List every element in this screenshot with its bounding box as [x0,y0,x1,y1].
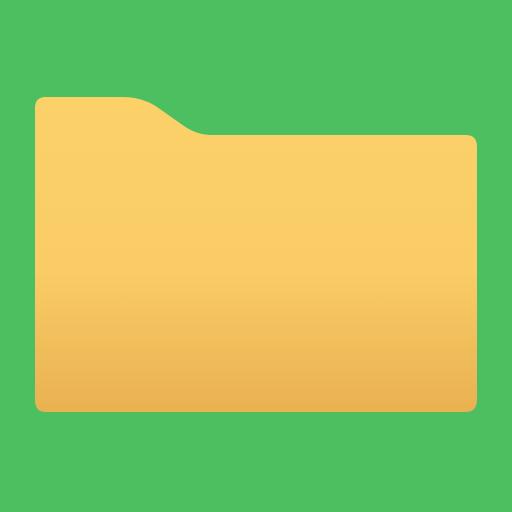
folder-body [35,97,477,412]
app-icon[interactable] [0,0,512,512]
folder-icon [35,97,477,412]
